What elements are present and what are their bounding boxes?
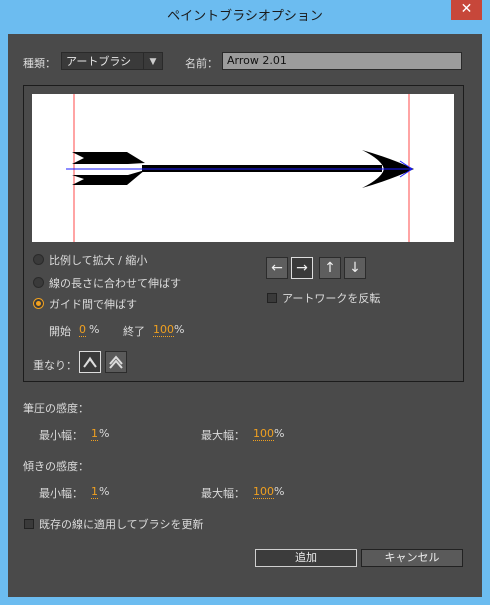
pressure-min-unit: % <box>99 427 110 440</box>
overlap-adjust-button[interactable] <box>79 351 101 373</box>
title-bar: ペイントブラシオプション ✕ <box>0 0 490 34</box>
chevron-down-icon: ▼ <box>143 53 162 69</box>
tilt-min-label: 最小幅： <box>39 487 83 500</box>
apply-existing-checkbox[interactable] <box>24 519 34 529</box>
direction-up-button[interactable]: ↑ <box>319 257 341 279</box>
arrow-tail-bottom <box>72 170 145 185</box>
radio-proportional[interactable] <box>33 254 44 265</box>
pressure-max-value[interactable]: 100 <box>253 427 274 441</box>
type-dropdown-value: アートブラシ <box>66 55 132 68</box>
pressure-min-value[interactable]: 1 <box>91 427 98 441</box>
tilt-heading: 傾きの感度： <box>23 460 89 473</box>
pressure-heading: 筆圧の感度： <box>23 402 89 415</box>
start-unit: % <box>89 323 100 336</box>
direction-left-button[interactable]: ← <box>266 257 288 279</box>
start-label: 開始 <box>49 325 71 338</box>
apply-existing-label: 既存の線に適用してブラシを更新 <box>39 518 204 531</box>
end-label: 終了 <box>123 325 145 338</box>
name-label: 名前： <box>185 57 218 70</box>
overlap-none-icon <box>109 355 123 369</box>
flip-artwork-checkbox[interactable] <box>267 293 277 303</box>
window-title: ペイントブラシオプション <box>167 9 323 24</box>
pressure-min-label: 最小幅： <box>39 429 83 442</box>
type-dropdown[interactable]: アートブラシ ▼ <box>61 52 163 70</box>
overlap-label: 重なり： <box>33 359 77 372</box>
radio-stretch-guides-label: ガイド間で伸ばす <box>49 298 137 311</box>
tilt-min-value[interactable]: 1 <box>91 485 98 499</box>
end-unit: % <box>174 323 185 336</box>
direction-down-button[interactable]: ↓ <box>344 257 366 279</box>
name-field[interactable]: Arrow 2.01 <box>222 52 462 70</box>
arrow-preview-graphic <box>66 94 414 242</box>
overlap-adjust-icon <box>83 356 97 368</box>
pressure-max-label: 最大幅： <box>201 429 245 442</box>
flip-artwork-label: アートワークを反転 <box>282 292 381 305</box>
radio-stretch-guides[interactable] <box>33 298 44 309</box>
radio-proportional-label: 比例して拡大 / 縮小 <box>49 254 148 267</box>
tilt-max-label: 最大幅： <box>201 487 245 500</box>
arrow-tail-top <box>72 152 145 164</box>
close-button[interactable]: ✕ <box>451 0 482 20</box>
end-value[interactable]: 100 <box>153 323 174 337</box>
start-value[interactable]: 0 <box>79 323 86 337</box>
brush-preview <box>32 94 454 242</box>
tilt-max-unit: % <box>274 485 285 498</box>
overlap-none-button[interactable] <box>105 351 127 373</box>
direction-right-button[interactable]: → <box>291 257 313 279</box>
dialog-body: 種類： アートブラシ ▼ 名前： Arrow 2.01 比例して拡大 / 縮小 … <box>8 34 482 597</box>
cancel-button[interactable]: キャンセル <box>361 549 463 567</box>
type-label: 種類： <box>23 57 56 70</box>
tilt-min-unit: % <box>99 485 110 498</box>
radio-stretch-length-label: 線の長さに合わせて伸ばす <box>49 277 181 290</box>
radio-stretch-length[interactable] <box>33 277 44 288</box>
add-button[interactable]: 追加 <box>255 549 357 567</box>
pressure-max-unit: % <box>274 427 285 440</box>
tilt-max-value[interactable]: 100 <box>253 485 274 499</box>
